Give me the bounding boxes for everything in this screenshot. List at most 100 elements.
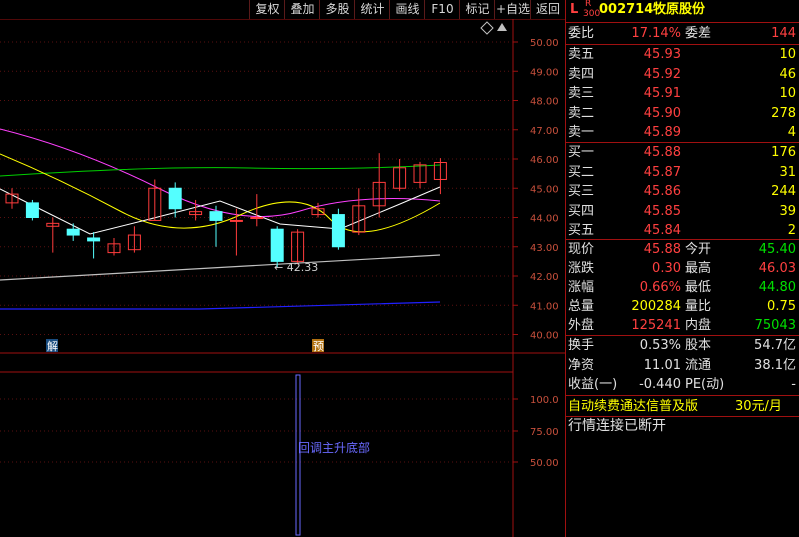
stat-label: 总量	[568, 299, 595, 314]
divider	[565, 22, 799, 23]
bid-price: 45.84	[643, 223, 681, 238]
toolbar-button-6[interactable]: 标记	[459, 0, 495, 19]
info-row: 换手 0.53% 股本 54.7亿	[565, 336, 799, 355]
market-code: L	[570, 2, 579, 17]
stock-code: 002714	[599, 2, 654, 17]
divider	[565, 395, 799, 396]
price-axis-label: 40.00	[530, 331, 559, 342]
bid-volume: 176	[771, 145, 796, 160]
toolbar-button-3[interactable]: 统计	[354, 0, 390, 19]
ma-line-green	[0, 164, 441, 177]
bid-volume: 2	[787, 223, 796, 238]
toolbar-button-0[interactable]: 复权	[249, 0, 285, 19]
ask-volume: 278	[771, 105, 796, 121]
quote-panel: L R 300 002714 牧原股份 委比 17.14% 委差 144 卖五 4…	[565, 0, 799, 537]
stat-value: 44.80	[758, 280, 796, 295]
stat-row: 外盘 125241 内盘 75043	[565, 316, 799, 335]
stat-label: 今开	[685, 242, 712, 257]
ask-row: 卖三 45.91 10	[565, 84, 799, 103]
bid-volume: 244	[771, 184, 796, 199]
stat-label: 最高	[685, 261, 712, 276]
ask-label: 卖三	[568, 86, 595, 101]
badge-jie: 解	[47, 339, 58, 353]
info-row: 收益(一) -0.440 PE(动) -	[565, 375, 799, 394]
bid-price: 45.88	[643, 145, 681, 160]
bid-volume: 39	[779, 203, 796, 219]
indicator-axis-label: 50.00	[530, 458, 559, 469]
ask-label: 卖四	[568, 66, 595, 82]
ask-price: 45.93	[643, 47, 681, 62]
stat-label: 现价	[568, 242, 595, 257]
toolbar-button-1[interactable]: 叠加	[284, 0, 320, 19]
stat-value: 0.30	[652, 261, 681, 276]
ad-text: 自动续费通达信普及版	[568, 399, 699, 414]
triangle-icon	[497, 23, 507, 31]
price-axis-label: 43.00	[530, 243, 559, 254]
candle-body	[25, 202, 39, 218]
subscription-ad[interactable]: 自动续费通达信普及版 30元/月	[565, 397, 799, 416]
candle-body	[270, 228, 284, 262]
toolbar-button-2[interactable]: 多股	[319, 0, 355, 19]
bid-label: 买四	[568, 203, 595, 219]
kline-chart[interactable]: 50.00 49.00 48.00 47.00 46.00 45.00 44.00 43.00…	[0, 19, 565, 537]
bid-row: 买一 45.88 176	[565, 143, 799, 162]
toolbar-button-4[interactable]: 画线	[389, 0, 425, 19]
candle-body	[229, 219, 243, 222]
signal-label: 回调主升底部	[298, 440, 370, 455]
stat-row: 总量 200284 量比 0.75	[565, 297, 799, 316]
price-axis-label: 47.00	[530, 126, 559, 137]
price-axis-label: 49.00	[530, 67, 559, 78]
ma-line-white	[0, 186, 441, 235]
ask-label: 卖五	[568, 47, 595, 62]
price-axis-label: 44.00	[530, 214, 559, 225]
stat-row: 现价 45.88 今开 45.40	[565, 240, 799, 259]
ask-label: 卖二	[568, 105, 595, 121]
bid-row: 买四 45.85 39	[565, 202, 799, 221]
webi-value: 17.14%	[631, 26, 681, 41]
bid-price: 45.87	[643, 164, 681, 180]
bid-row: 买五 45.84 2	[565, 221, 799, 240]
info-value: -0.440	[639, 377, 681, 392]
stat-label: 涨幅	[568, 280, 595, 295]
ask-volume: 10	[779, 86, 796, 101]
toolbar-button-5[interactable]: F10	[424, 0, 460, 19]
ask-row: 卖四 45.92 46	[565, 65, 799, 84]
info-value: 38.1亿	[754, 357, 796, 373]
info-label: 收益(一)	[568, 377, 618, 392]
stat-label: 涨跌	[568, 261, 595, 276]
ask-row: 卖一 45.89 4	[565, 123, 799, 142]
info-value: 54.7亿	[754, 338, 796, 353]
bid-label: 买五	[568, 223, 595, 238]
candle-body	[209, 211, 223, 221]
stat-row: 涨跌 0.30 最高 46.03	[565, 259, 799, 278]
bid-label: 买三	[568, 184, 595, 199]
info-label: 换手	[568, 338, 595, 353]
ask-price: 45.90	[643, 105, 681, 121]
stat-value: 0.75	[767, 299, 796, 314]
bid-price: 45.86	[643, 184, 681, 199]
ask-label: 卖一	[568, 125, 595, 140]
stat-label: 外盘	[568, 318, 595, 333]
stock-header: L R 300 002714 牧原股份	[565, 0, 799, 19]
price-axis-label: 42.00	[530, 272, 559, 283]
order-ratio-row: 委比 17.14% 委差 144	[565, 24, 799, 43]
toolbar-button-8[interactable]: 返回	[530, 0, 565, 19]
ask-volume: 10	[779, 47, 796, 62]
stat-row: 涨幅 0.66% 最低 44.80	[565, 278, 799, 297]
toolbar-button-7[interactable]: +自选	[494, 0, 531, 19]
stat-label: 内盘	[685, 318, 712, 333]
low-price-marker: ← 42.33	[274, 261, 318, 274]
candle-body	[66, 228, 80, 236]
info-value: 11.01	[643, 357, 681, 373]
ask-volume: 4	[787, 125, 796, 140]
stat-value: 200284	[631, 299, 681, 314]
candle-body	[168, 187, 182, 210]
webi-label: 委比	[568, 26, 595, 41]
ask-volume: 46	[779, 66, 796, 82]
stat-value: 45.88	[643, 242, 681, 257]
price-axis-label: 45.00	[530, 184, 559, 195]
bid-row: 买三 45.86 244	[565, 182, 799, 201]
stat-value: 75043	[754, 318, 796, 333]
price-axis-label: 50.00	[530, 38, 559, 49]
info-label: 净资	[568, 357, 595, 373]
